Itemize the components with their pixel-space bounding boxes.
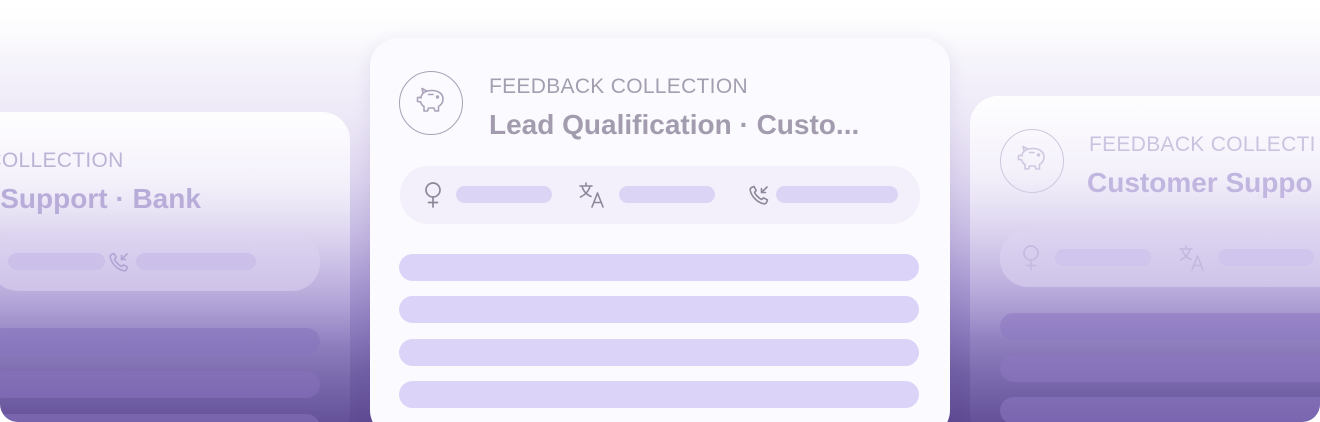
card-category: FEEDBACK COLLECTION [489, 75, 748, 98]
language-placeholder-bar [1218, 249, 1314, 266]
card-category: FEEDBACK COLLECTI [1089, 133, 1316, 156]
piggy-bank-icon [1014, 144, 1050, 179]
content-placeholder-line [0, 371, 320, 398]
content-placeholder-line [1000, 355, 1320, 382]
language-placeholder-bar [619, 186, 715, 203]
card-meta-row [1000, 229, 1320, 287]
card-title: Lead Qualification · Custo... [489, 109, 860, 140]
call-type-placeholder-bar [136, 253, 256, 270]
card-avatar [1000, 129, 1064, 193]
phone-incoming-icon [744, 180, 774, 210]
language-placeholder-bar [8, 253, 105, 270]
content-placeholder-line [0, 328, 320, 355]
card-title: er Support · Bank [0, 183, 201, 214]
translate-icon [578, 180, 608, 210]
card-carousel: K COLLECTION er Support · Bank [0, 0, 1320, 422]
content-placeholder-line [399, 254, 919, 281]
template-card-left[interactable]: K COLLECTION er Support · Bank [0, 112, 350, 422]
piggy-bank-icon [413, 86, 449, 121]
translate-icon [1178, 243, 1208, 273]
content-placeholder-line [399, 339, 919, 366]
card-meta-row [400, 166, 920, 224]
call-type-placeholder-bar [776, 186, 898, 203]
card-title: Customer Suppo [1087, 167, 1313, 198]
gender-placeholder-bar [456, 186, 552, 203]
content-placeholder-line [1000, 397, 1320, 422]
gender-placeholder-bar [1055, 249, 1151, 266]
female-icon [1016, 243, 1046, 273]
content-placeholder-line [1000, 313, 1320, 340]
content-placeholder-line [399, 296, 919, 323]
template-card-right[interactable]: FEEDBACK COLLECTI Customer Suppo [970, 96, 1320, 422]
content-placeholder-line [0, 414, 320, 422]
card-meta-row [0, 233, 320, 291]
female-icon [418, 180, 448, 210]
content-placeholder-line [399, 381, 919, 408]
card-avatar [399, 71, 463, 135]
card-category: K COLLECTION [0, 149, 124, 172]
phone-incoming-icon [104, 247, 134, 277]
template-card-center[interactable]: FEEDBACK COLLECTION Lead Qualification ·… [370, 38, 950, 422]
